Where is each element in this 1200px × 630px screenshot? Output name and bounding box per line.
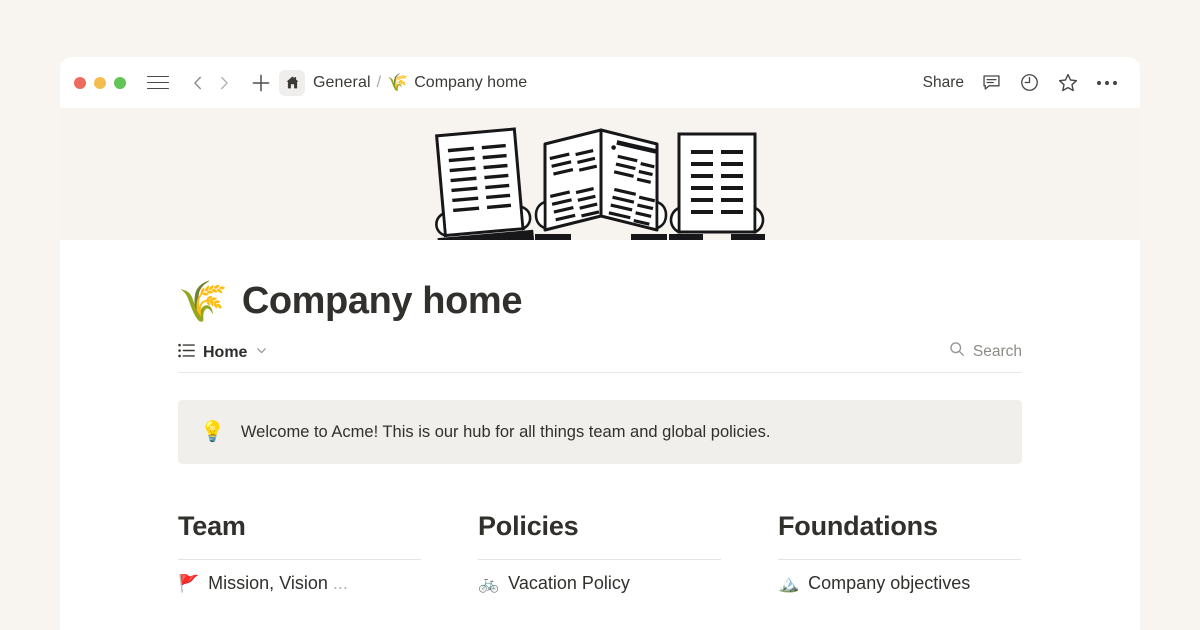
column-divider	[478, 559, 721, 560]
page-cover[interactable]	[60, 108, 1140, 240]
toolbar-actions: Share	[923, 72, 1140, 94]
breadcrumb-parent[interactable]: General	[313, 74, 371, 92]
list-item-label: Company objectives	[808, 573, 971, 593]
column-heading: Team	[178, 511, 246, 541]
close-window-button[interactable]	[74, 76, 86, 89]
lightbulb-icon: 💡	[200, 421, 225, 443]
page-content: 🌾 Company home Home Search 💡 Welcome to …	[60, 240, 1140, 594]
list-item[interactable]: 🚩 Mission, Vision ...	[178, 573, 421, 594]
newspaper-readers-illustration	[435, 127, 765, 240]
list-item-label: Mission, Vision	[208, 573, 328, 593]
comment-bubble-icon[interactable]	[981, 72, 1002, 93]
star-icon[interactable]	[1057, 72, 1079, 94]
breadcrumb-separator: /	[376, 73, 382, 91]
maximize-window-button[interactable]	[114, 76, 126, 89]
list-item[interactable]: 🚲 Vacation Policy	[478, 573, 721, 594]
list-item[interactable]: 🏔️ Company objectives	[778, 573, 1021, 594]
minimize-window-button[interactable]	[94, 76, 106, 89]
page-title[interactable]: Company home	[242, 280, 523, 323]
chevron-right-icon[interactable]	[213, 72, 235, 94]
clock-icon[interactable]	[1019, 72, 1040, 93]
window-toolbar: General / 🌾 Company home Share	[60, 57, 1140, 108]
column-foundations: Foundations 🏔️ Company objectives	[778, 511, 1021, 594]
chevron-down-icon[interactable]	[255, 344, 268, 362]
share-button[interactable]: Share	[923, 74, 964, 92]
ellipsis-icon[interactable]	[1096, 80, 1118, 86]
tab-home-label: Home	[203, 344, 248, 361]
tab-home[interactable]: Home	[178, 343, 268, 363]
search-input[interactable]: Search	[949, 341, 1022, 363]
rice-sheaf-icon[interactable]: 🌾	[178, 282, 228, 322]
snow-capped-mountain-icon: 🏔️	[778, 574, 800, 593]
triangular-flag-icon: 🚩	[178, 574, 200, 593]
list-item-ellipsis: ...	[332, 573, 348, 593]
chevron-left-icon[interactable]	[187, 72, 209, 94]
column-team: Team 🚩 Mission, Vision ...	[178, 511, 421, 594]
tab-strip: Home Search	[178, 341, 1022, 373]
breadcrumb-current[interactable]: Company home	[414, 74, 527, 92]
welcome-callout[interactable]: 💡 Welcome to Acme! This is our hub for a…	[178, 400, 1022, 464]
rice-sheaf-icon: 🌾	[387, 73, 409, 92]
bicycle-icon: 🚲	[478, 574, 500, 593]
search-icon	[949, 341, 965, 362]
app-window: General / 🌾 Company home Share 🌾 Company…	[60, 57, 1140, 630]
list-item-label: Vacation Policy	[508, 573, 630, 593]
list-icon	[178, 343, 195, 363]
column-heading: Foundations	[778, 511, 938, 541]
welcome-callout-text: Welcome to Acme! This is our hub for all…	[240, 422, 771, 441]
plus-icon[interactable]	[249, 71, 273, 95]
page-title-row: 🌾 Company home	[178, 240, 1022, 323]
traffic-lights	[74, 76, 126, 89]
hamburger-menu-icon[interactable]	[147, 74, 169, 92]
link-columns: Team 🚩 Mission, Vision ... Policies 🚲 Va…	[178, 511, 1022, 594]
column-divider	[778, 559, 1021, 560]
column-divider	[178, 559, 421, 560]
column-heading: Policies	[478, 511, 579, 541]
search-label: Search	[972, 342, 1022, 360]
column-policies: Policies 🚲 Vacation Policy	[478, 511, 721, 594]
home-icon[interactable]	[279, 69, 305, 96]
